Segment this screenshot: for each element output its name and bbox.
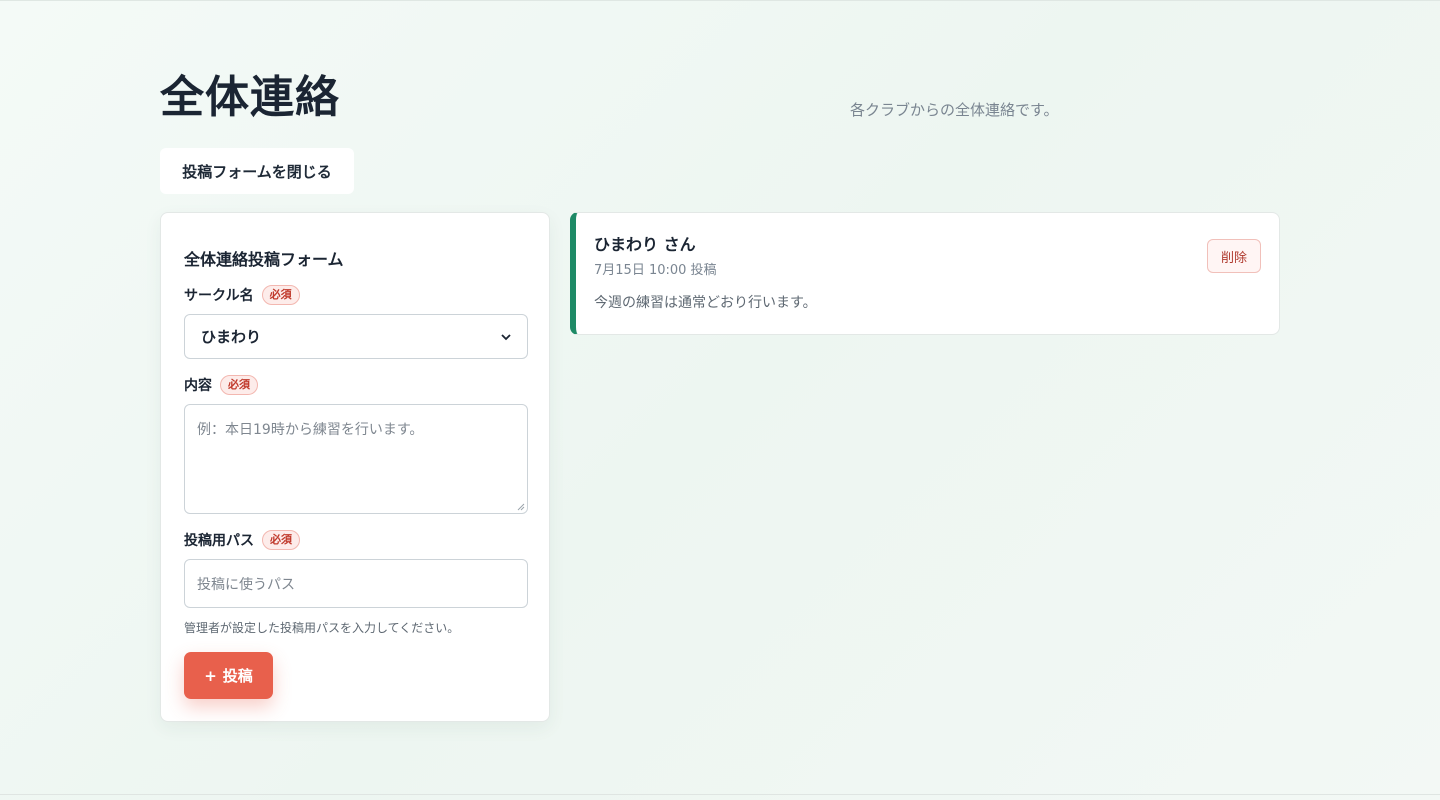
close-form-button[interactable]: 投稿フォームを閉じる [160,148,354,194]
required-badge: 必須 [261,285,300,305]
bottom-divider [0,794,1440,795]
post-author: ひまわり さん [594,235,696,254]
required-badge: 必須 [220,375,258,395]
circle-label-text: サークル名 [184,288,254,304]
circle-select[interactable]: ひまわり [184,314,528,359]
submit-post-button[interactable]: + 投稿 [184,652,273,699]
top-divider [0,0,1440,1]
password-input[interactable]: 投稿に使うパス [184,559,528,608]
post-card: ひまわり さん 7月15日 10:00 投稿 今週の練習は通常どおり行います。 … [570,212,1280,335]
post-body: 今週の練習は通常どおり行います。 [594,295,817,311]
page-subtitle: 各クラブからの全体連絡です。 [850,101,1059,119]
password-help-text: 管理者が設定した投稿用パスを入力してください。 [184,621,460,635]
password-label-text: 投稿用パス [184,533,254,549]
password-placeholder: 投稿に使うパス [197,576,295,593]
required-badge: 必須 [262,530,300,550]
post-timestamp: 7月15日 10:00 投稿 [594,263,717,278]
form-title: 全体連絡投稿フォーム [184,250,344,269]
delete-post-button[interactable]: 削除 [1207,239,1261,273]
submit-label: 投稿 [222,667,253,685]
plus-icon: + [204,666,217,685]
chevron-down-icon [501,333,511,340]
post-form-card: 全体連絡投稿フォーム サークル名 必須 ひまわり 内容 必須 例：本日19時から… [160,212,550,722]
page-title: 全体連絡 [160,72,340,123]
resize-grip-icon[interactable] [517,503,525,511]
content-placeholder: 例：本日19時から練習を行います。 [197,422,424,438]
content-label-text: 内容 [184,378,212,394]
circle-select-value: ひまわり [201,328,262,346]
content-field-label: 内容 必須 [184,374,258,396]
circle-field-label: サークル名 必須 [184,284,300,306]
password-field-label: 投稿用パス 必須 [184,529,300,551]
content-textarea[interactable]: 例：本日19時から練習を行います。 [184,404,528,514]
